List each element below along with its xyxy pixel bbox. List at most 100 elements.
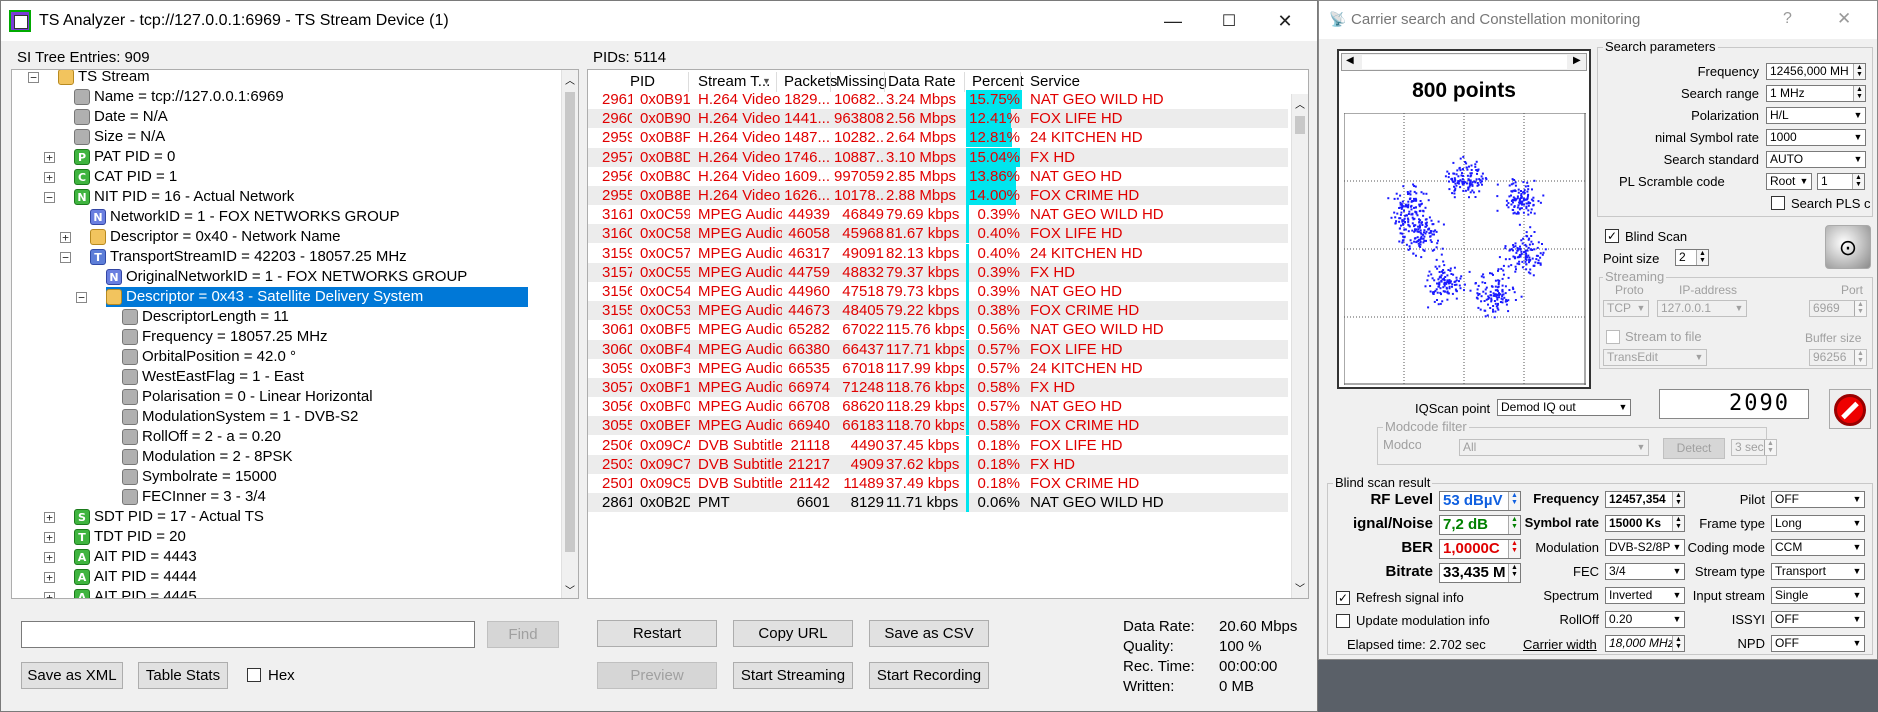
table-row[interactable]: 3059 0x0BF3 MPEG Audio 66535 67018117.99 kbp…	[588, 358, 1288, 378]
restart-button[interactable]: Restart	[597, 620, 717, 647]
detect-button[interactable]: Detect	[1663, 438, 1725, 459]
pid-scrollbar[interactable]: ︿ ﹀	[1291, 94, 1308, 598]
buffer-field[interactable]: 96256 ▲ ▼	[1809, 349, 1867, 366]
iq-scan-select[interactable]: Demod IQ out ▼	[1497, 399, 1631, 416]
tree-item[interactable]: Descriptor = 0x40 - Network Name	[90, 227, 530, 247]
carrier-width-link[interactable]: Carrier width	[1523, 637, 1597, 652]
preview-button[interactable]: Preview	[597, 662, 717, 689]
expand-icon[interactable]: +	[44, 532, 55, 543]
dish-icon[interactable]: ⊙	[1825, 225, 1871, 269]
expand-icon[interactable]: +	[44, 552, 55, 563]
table-row[interactable]: 3056 0x0BF0 MPEG Audio 66708 68620118.29 kbp…	[588, 397, 1288, 417]
collapse-icon[interactable]: −	[76, 292, 87, 303]
table-row[interactable]: 3055 0x0BEF MPEG Audio 66940 66183118.70 kbp…	[588, 416, 1288, 436]
table-row[interactable]: 2961 0x0B91 H.264 Video1829...10682...3.24…	[588, 90, 1288, 109]
tree-item[interactable]: Date = N/A	[74, 107, 514, 127]
table-row[interactable]: 2960 0x0B90 H.264 Video1441...9638082.56 M…	[588, 109, 1288, 129]
carrier-title-bar[interactable]: 📡 Carrier search and Constellation monit…	[1319, 1, 1877, 39]
table-row[interactable]: 3156 0x0C54 MPEG Audio 44960 4751879.73 kbps…	[588, 282, 1288, 301]
scroll-right-icon[interactable]: ▶	[1573, 55, 1581, 66]
minimize-button[interactable]: —	[1145, 1, 1201, 41]
table-row[interactable]: 3161 0x0C59 MPEG Audio 44939 4684979.69 kbps…	[588, 205, 1288, 225]
search-input[interactable]	[21, 621, 475, 648]
result-select[interactable]: Transport ▼	[1771, 563, 1865, 580]
expand-icon[interactable]: +	[44, 512, 55, 523]
tree-item[interactable]: AIT PID = 4444 A	[74, 567, 514, 587]
result-field[interactable]: Inverted ▼	[1605, 587, 1685, 604]
tree-item[interactable]: Polarisation = 0 - Linear Horizontal	[122, 387, 562, 407]
collapse-icon[interactable]: −	[44, 192, 55, 203]
si-tree[interactable]: ︿ ﹀ TS Stream − Name = tcp://127.0.0.1:696…	[11, 69, 579, 599]
pid-scroll-thumb[interactable]	[1295, 116, 1305, 134]
scroll-left-icon[interactable]: ◀	[1346, 55, 1354, 66]
table-row[interactable]: 2501 0x09C5 DVB Subtitles 21142 1148937.49 k…	[588, 474, 1288, 493]
result-field[interactable]: 0.20 ▼	[1605, 611, 1685, 628]
maximize-button[interactable]: ☐	[1201, 1, 1257, 41]
ip-select[interactable]: 127.0.0.1 ▼	[1657, 300, 1747, 317]
constellation-scrollbar[interactable]: ◀ ▶	[1341, 53, 1587, 71]
result-select[interactable]: OFF ▼	[1771, 491, 1865, 508]
scroll-up-icon[interactable]: ︿	[1295, 96, 1305, 111]
tree-scrollbar[interactable]: ︿ ﹀	[561, 70, 578, 598]
proto-select[interactable]: TCP ▼	[1603, 300, 1649, 317]
scroll-thumb[interactable]	[1362, 55, 1567, 69]
port-field[interactable]: 6969 ▲ ▼	[1809, 300, 1867, 317]
result-select[interactable]: OFF ▼	[1771, 611, 1865, 628]
find-button[interactable]: Find	[487, 621, 559, 648]
title-bar[interactable]: TS Analyzer - tcp://127.0.0.1:6969 - TS …	[1, 1, 1317, 41]
column-divider[interactable]	[688, 72, 689, 92]
param-field[interactable]: 1 MHz ▲ ▼	[1766, 85, 1866, 102]
scroll-down-icon[interactable]: ﹀	[1295, 580, 1305, 595]
tree-item[interactable]: AIT PID = 4445 A	[74, 587, 514, 598]
column-divider[interactable]	[1020, 72, 1021, 92]
table-row[interactable]: 2957 0x0B8D H.264 Video1746...10887...3.10…	[588, 147, 1288, 167]
result-field[interactable]: 15000 Ks ▲ ▼	[1605, 515, 1685, 532]
tree-item[interactable]: Descriptor = 0x43 - Satellite Delivery S…	[106, 287, 528, 307]
table-row[interactable]: 3155 0x0C53 MPEG Audio 44673 4840579.22 kbps…	[588, 301, 1288, 321]
tree-item[interactable]: SDT PID = 17 - Actual TS S	[74, 507, 514, 527]
expand-icon[interactable]: +	[44, 592, 55, 598]
tree-item[interactable]: RollOff = 2 - a = 0.20	[122, 427, 562, 447]
tree-item[interactable]: NIT PID = 16 - Actual Network N	[74, 187, 514, 207]
expand-icon[interactable]: +	[44, 152, 55, 163]
tree-item[interactable]: PAT PID = 0P	[74, 147, 514, 167]
tree-item[interactable]: AIT PID = 4443 A	[74, 547, 514, 567]
column-divider[interactable]	[964, 72, 965, 92]
hex-checkbox[interactable]	[247, 668, 261, 682]
blind-scan-checkbox[interactable]: ✓	[1605, 229, 1619, 243]
stream-file-checkbox[interactable]	[1606, 330, 1620, 344]
table-row[interactable]: 3057 0x0BF1 MPEG Audio 66974 71248118.76 kbp…	[588, 378, 1288, 397]
tree-item[interactable]: Symbolrate = 15000	[122, 467, 562, 487]
tree-item[interactable]: TDT PID = 20 T	[74, 527, 514, 547]
start-streaming-button[interactable]: Start Streaming	[733, 662, 853, 689]
table-row[interactable]: 2955 0x0B8B H.264 Video1626...10178...2.88…	[588, 186, 1288, 205]
table-row[interactable]: 2506 0x09CA DVB Subtitles 21118 449037.45 kb…	[588, 435, 1288, 455]
table-row[interactable]: 2959 0x0B8F H.264 Video1487...10282...2.64…	[588, 128, 1288, 148]
result-select[interactable]: OFF ▼	[1771, 635, 1865, 652]
param-field[interactable]: 1000 ▼	[1766, 129, 1866, 146]
scroll-down-icon[interactable]: ﹀	[565, 582, 575, 597]
expand-icon[interactable]: +	[44, 172, 55, 183]
carrier-width-field[interactable]: 18,000 MHz ▲ ▼	[1605, 635, 1685, 652]
param-field[interactable]: 12456,000 MH ▲ ▼	[1766, 63, 1866, 80]
tree-item[interactable]: NetworkID = 1 - FOX NETWORKS GROUP N	[90, 207, 530, 227]
tree-item[interactable]: OrbitalPosition = 42.0 °	[122, 347, 562, 367]
result-field[interactable]: DVB-S2/8PS ▼	[1605, 539, 1685, 556]
tree-item[interactable]: ModulationSystem = 1 - DVB-S2	[122, 407, 562, 427]
update-checkbox[interactable]	[1336, 614, 1350, 628]
search-pls-checkbox[interactable]	[1771, 196, 1785, 210]
column-divider[interactable]	[884, 72, 885, 92]
tree-item[interactable]: Size = N/A	[74, 127, 514, 147]
refresh-checkbox[interactable]: ✓	[1336, 591, 1350, 605]
tree-item[interactable]: FECInner = 3 - 3/4	[122, 487, 562, 507]
pl-scramble-select[interactable]: Root ▼	[1766, 173, 1812, 190]
scroll-up-icon[interactable]: ︿	[565, 72, 575, 87]
save-csv-button[interactable]: Save as CSV	[869, 620, 989, 647]
result-select[interactable]: CCM ▼	[1771, 539, 1865, 556]
tree-item[interactable]: Frequency = 18057.25 MHz	[122, 327, 562, 347]
table-row[interactable]: 3159 0x0C57 MPEG Audio 46317 4909182.13 kbps…	[588, 243, 1288, 263]
pid-table[interactable]: PID Stream T... Packets Missing Data Rate Per…	[587, 69, 1309, 599]
column-divider[interactable]	[776, 72, 777, 92]
table-row[interactable]: 2861 0x0B2D PMT 6601 812911.71 kbps 0.06% NAT …	[588, 493, 1288, 513]
column-divider[interactable]	[830, 72, 831, 92]
